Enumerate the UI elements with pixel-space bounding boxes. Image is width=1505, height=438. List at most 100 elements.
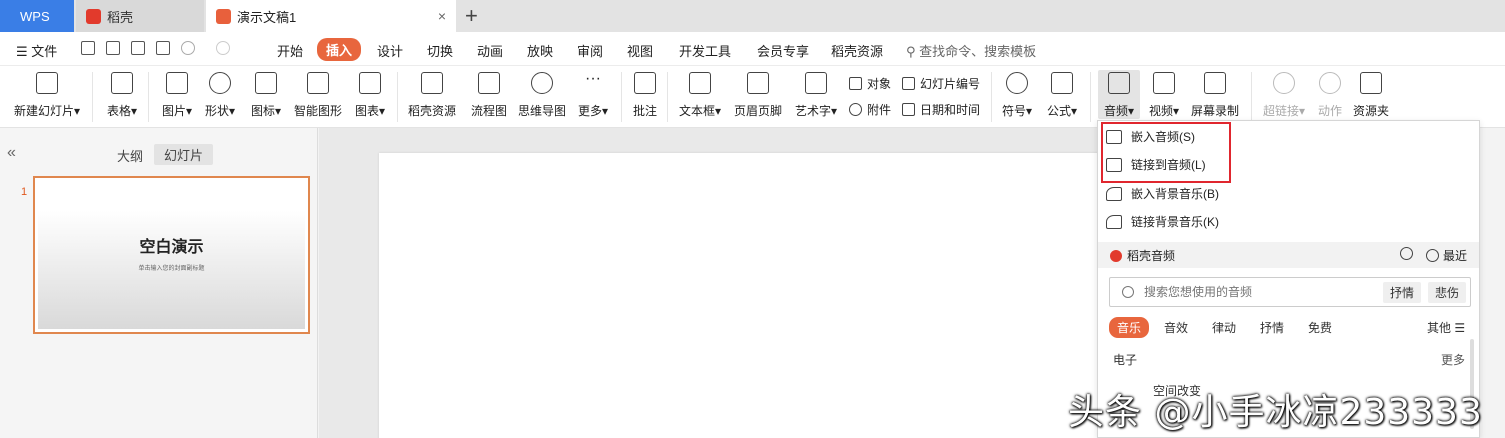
embed-bg-music-item[interactable]: 嵌入背景音乐(B)	[1106, 185, 1219, 202]
export-pdf-icon[interactable]	[106, 41, 120, 55]
new-slide-button[interactable]: 新建幻灯片▾	[11, 70, 83, 119]
link-bg-music-item[interactable]: 链接背景音乐(K)	[1106, 213, 1219, 230]
table-button[interactable]: 表格▾	[102, 70, 142, 119]
slide-canvas[interactable]	[379, 153, 1139, 438]
slide-number-button[interactable]: 幻灯片编号	[902, 75, 980, 92]
group-more-link[interactable]: 更多	[1441, 351, 1465, 368]
date-time-button[interactable]: 日期和时间	[902, 101, 980, 118]
shape-button[interactable]: 形状▾	[202, 70, 238, 119]
chevron-down-icon: ▾	[73, 104, 81, 118]
symbol-button[interactable]: 符号▾	[1000, 70, 1034, 119]
new-tab-button[interactable]: +	[465, 3, 478, 29]
command-search-label: 查找命令、搜索模板	[919, 44, 1037, 59]
file-menu[interactable]: ☰ 文件	[16, 41, 57, 60]
menu-tab-developer[interactable]: 开发工具	[679, 41, 731, 60]
daoke-logo-icon	[86, 8, 101, 24]
menu-tab-view[interactable]: 视图	[627, 41, 653, 60]
recent-button[interactable]: 最近	[1426, 247, 1467, 264]
category-free[interactable]: 免费	[1308, 319, 1332, 336]
undo-icon[interactable]	[181, 41, 195, 55]
more-button[interactable]: ··· 更多▾	[576, 70, 610, 119]
category-rhythm[interactable]: 律动	[1212, 319, 1236, 336]
audio-search-input[interactable]	[1144, 285, 1374, 299]
menu-tab-daoke-resources[interactable]: 稻壳资源	[831, 41, 883, 60]
button-label: 图标	[250, 104, 275, 118]
embed-audio-item[interactable]: 嵌入音频(S)	[1106, 128, 1195, 145]
menu-tab-review[interactable]: 审阅	[577, 41, 603, 60]
category-sound-effects[interactable]: 音效	[1164, 319, 1188, 336]
calendar-icon	[902, 103, 915, 116]
object-button[interactable]: 对象	[849, 75, 891, 92]
smart-graphic-button[interactable]: 智能图形	[293, 70, 343, 119]
button-label: 流程图	[470, 104, 507, 118]
audio-button[interactable]: 音频▾	[1098, 70, 1140, 119]
chevron-down-icon: ▾	[1070, 104, 1078, 118]
comment-button[interactable]: 批注	[631, 70, 659, 119]
recent-label: 最近	[1443, 249, 1468, 263]
tag-sad[interactable]: 悲伤	[1428, 282, 1467, 303]
tag-lyrical[interactable]: 抒情	[1383, 282, 1422, 303]
more-icon: ···	[585, 70, 601, 87]
tab-wps-home[interactable]: WPS	[0, 0, 74, 32]
link-audio-item[interactable]: 链接到音频(L)	[1106, 156, 1206, 173]
slide-thumbnail[interactable]: 空白演示 单击输入您的封面副标题	[33, 176, 310, 334]
mindmap-icon	[531, 72, 553, 94]
daoke-resources-button[interactable]: 稻壳资源	[406, 70, 458, 119]
divider	[1251, 72, 1252, 122]
close-icon[interactable]: ×	[438, 8, 446, 24]
print-icon[interactable]	[131, 41, 145, 55]
save-icon[interactable]	[81, 41, 95, 55]
button-label: 符号	[1001, 104, 1026, 118]
button-label: 稻壳资源	[407, 104, 456, 118]
video-button[interactable]: 视频▾	[1145, 70, 1183, 119]
tab-document[interactable]: 演示文稿1 ×	[206, 0, 456, 32]
action-button[interactable]: 动作	[1316, 70, 1344, 119]
button-label: 屏幕录制	[1190, 104, 1239, 118]
slide-number: 1	[21, 186, 28, 198]
category-music[interactable]: 音乐	[1109, 317, 1150, 338]
screen-record-button[interactable]: 屏幕录制	[1190, 70, 1240, 119]
print-preview-icon[interactable]	[156, 41, 170, 55]
redo-icon[interactable]	[216, 41, 230, 55]
category-other[interactable]: 其他 ☰	[1427, 319, 1465, 336]
thumbnail-content: 空白演示 单击输入您的封面副标题	[38, 181, 305, 329]
chart-button[interactable]: 图表▾	[351, 70, 389, 119]
textbox-button[interactable]: 文本框▾	[676, 70, 724, 119]
header-footer-button[interactable]: 页眉页脚	[733, 70, 783, 119]
menu-tab-design[interactable]: 设计	[377, 41, 403, 60]
attachment-button[interactable]: 附件	[849, 101, 891, 118]
wordart-button[interactable]: 艺术字▾	[792, 70, 840, 119]
tab-label: 稻壳	[107, 9, 134, 25]
wordart-icon	[805, 72, 827, 94]
picture-button[interactable]: 图片▾	[157, 70, 197, 119]
menu-tab-member[interactable]: 会员专享	[757, 41, 809, 60]
tab-slides[interactable]: 幻灯片	[154, 144, 214, 165]
menu-tab-transition[interactable]: 切换	[427, 41, 453, 60]
menu-tab-slideshow[interactable]: 放映	[527, 41, 553, 60]
chevron-down-icon: ▾	[274, 104, 282, 118]
command-search[interactable]: ⚲ 查找命令、搜索模板	[906, 41, 1036, 60]
icon-button[interactable]: 图标▾	[246, 70, 286, 119]
thumbnail-title: 空白演示	[139, 239, 204, 256]
mindmap-button[interactable]: 思维导图	[517, 70, 567, 119]
hyperlink-button[interactable]: 超链接▾	[1260, 70, 1308, 119]
textbox-icon	[689, 72, 711, 94]
menu-tab-insert[interactable]: 插入	[317, 38, 362, 61]
audio-search-box: 抒情 悲伤	[1109, 277, 1471, 307]
chat-icon[interactable]	[1400, 247, 1413, 260]
formula-button[interactable]: 公式▾	[1044, 70, 1080, 119]
button-label: 图片	[161, 104, 186, 118]
tab-outline[interactable]: 大纲	[117, 146, 143, 165]
button-label: 超链接	[1262, 104, 1299, 118]
flowchart-icon	[478, 72, 500, 94]
menu-tab-animation[interactable]: 动画	[477, 41, 503, 60]
resource-folder-button[interactable]: 资源夹	[1352, 70, 1390, 119]
button-label: 思维导图	[517, 104, 566, 118]
flowchart-button[interactable]: 流程图	[470, 70, 508, 119]
tab-daoke[interactable]: 稻壳	[76, 0, 204, 32]
category-lyrical[interactable]: 抒情	[1260, 319, 1284, 336]
menu-tab-start[interactable]: 开始	[277, 41, 303, 60]
collapse-panel-icon[interactable]: «	[7, 144, 16, 162]
search-icon	[1122, 286, 1134, 298]
menu-item-label: 嵌入背景音乐(B)	[1131, 187, 1219, 201]
